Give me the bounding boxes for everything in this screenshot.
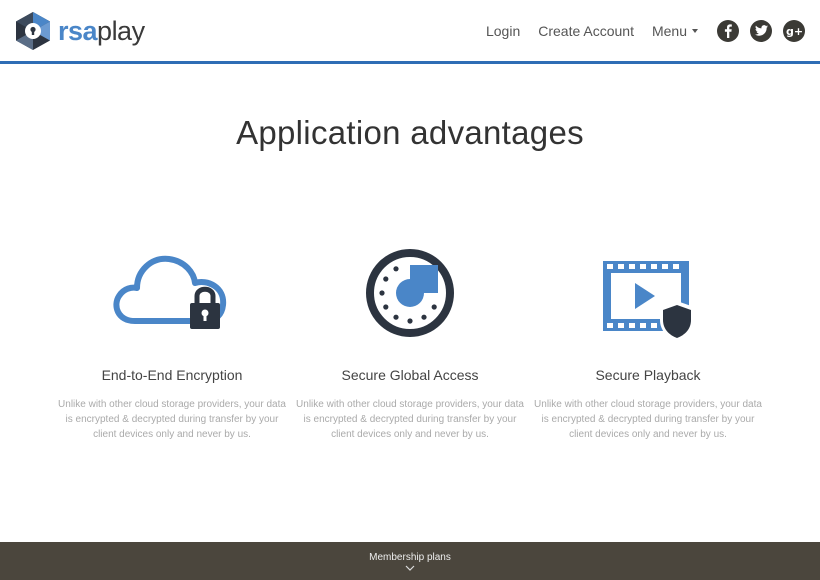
menu-label: Menu: [651, 22, 687, 39]
cloud-lock-icon: [113, 255, 227, 329]
logo-text-rsa: rsa: [58, 15, 98, 46]
create-account-link[interactable]: Create Account: [538, 23, 634, 39]
chevron-down-icon[interactable]: [405, 565, 415, 571]
google-plus-icon[interactable]: g+: [783, 19, 805, 42]
feature-card: Secure Playback Unlike with other cloud …: [528, 240, 768, 442]
footer-bar: Membership plans: [0, 542, 820, 580]
twitter-icon[interactable]: [750, 19, 772, 42]
film-shield-icon: [603, 260, 694, 341]
feature-description: Unlike with other cloud storage provider…: [58, 399, 286, 440]
feature-card: End-to-End Encryption Unlike with other …: [52, 240, 292, 442]
svg-text:g+: g+: [786, 25, 802, 37]
page-title: Application advantages: [236, 114, 584, 151]
feature-description: Unlike with other cloud storage provider…: [534, 399, 762, 440]
social-links: g+: [706, 19, 805, 42]
hexagon-lock-logo-icon: [16, 12, 50, 50]
feature-title: End-to-End Encryption: [101, 367, 243, 383]
caret-down-icon: [692, 28, 698, 33]
feature-title: Secure Playback: [595, 367, 701, 383]
feature-description: Unlike with other cloud storage provider…: [296, 399, 524, 440]
menu-dropdown[interactable]: Menu: [652, 23, 698, 39]
secure-dial-icon: [366, 248, 454, 337]
login-link[interactable]: Login: [486, 23, 520, 39]
brand-logo[interactable]: rsaplay: [14, 9, 145, 53]
features-section: End-to-End Encryption Unlike with other …: [0, 240, 820, 460]
site-header: rsaplay Login Create Account Menu g+: [0, 0, 820, 61]
membership-plans-link[interactable]: Membership plans: [0, 542, 820, 563]
top-nav: Login Create Account Menu g+: [486, 0, 820, 61]
facebook-icon[interactable]: [717, 19, 739, 42]
logo-text-play: play: [97, 15, 145, 46]
feature-title: Secure Global Access: [341, 367, 479, 383]
header-accent-line: [0, 61, 820, 64]
feature-card: Secure Global Access Unlike with other c…: [290, 240, 530, 442]
